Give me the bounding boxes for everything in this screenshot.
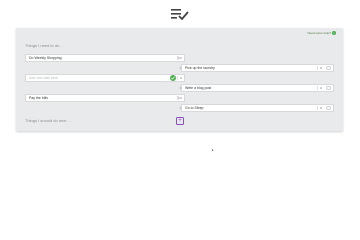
task-text: Write a blog post [185, 86, 212, 90]
task-item[interactable]: Pay the bills 0 [25, 94, 185, 102]
task-count-badge: 0 [317, 66, 324, 70]
checklist-icon [171, 9, 189, 20]
task-count-badge: 0 [177, 76, 184, 80]
task-item[interactable]: Do Weekly Shopping 2 [25, 54, 185, 62]
help-label: Need some help? [307, 31, 331, 35]
confirm-check-icon[interactable] [170, 75, 176, 81]
connector-arrow-icon [178, 96, 180, 100]
task-toggle[interactable] [326, 86, 331, 90]
info-icon: i [332, 31, 336, 35]
task-text: Go to Sleep [185, 106, 204, 110]
new-task-input[interactable]: Add new task here 0 [25, 74, 185, 82]
task-item[interactable]: Pick up the laundry 0 [181, 64, 334, 72]
task-toggle[interactable] [326, 66, 331, 70]
task-item[interactable]: Write a blog post 0 [181, 84, 334, 92]
task-text: Pay the bills [29, 96, 48, 100]
new-task-placeholder: Add new task here [29, 76, 58, 80]
connector-arrow-icon [178, 56, 180, 60]
task-item[interactable]: Go to Sleep 0 [181, 104, 334, 112]
task-toggle[interactable] [326, 106, 331, 110]
task-text: Pick up the laundry [185, 66, 215, 70]
task-count-badge: 0 [317, 86, 324, 90]
section-title-need: Things I need to do . . . [25, 43, 66, 48]
mouse-cursor-icon [211, 147, 214, 152]
add-task-button[interactable]: + [176, 117, 184, 125]
section-title-should: Things I should do next . . . [25, 118, 74, 123]
task-text: Do Weekly Shopping [29, 56, 62, 60]
tasks-panel: Need some help? i Things I need to do . … [16, 28, 343, 131]
help-link[interactable]: Need some help? i [307, 31, 336, 35]
task-count-badge: 0 [317, 106, 324, 110]
